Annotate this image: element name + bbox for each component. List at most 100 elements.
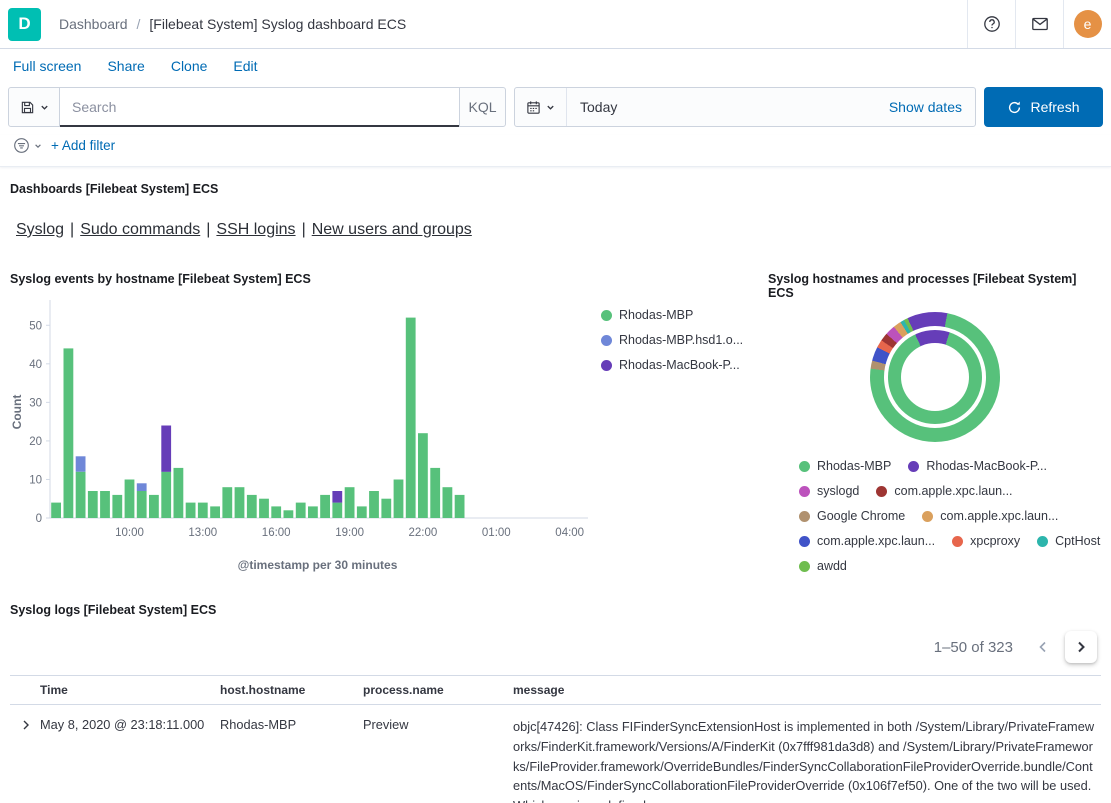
legend-label: Google Chrome — [817, 509, 905, 523]
pagination: 1–50 of 323 — [10, 631, 1101, 663]
svg-text:19:00: 19:00 — [335, 527, 364, 539]
legend-row: Rhodas-MBP Rhodas-MacBook-P... — [799, 459, 1101, 473]
legend-row: awdd — [799, 559, 1101, 573]
share-link[interactable]: Share — [107, 58, 144, 74]
legend-item[interactable]: com.apple.xpc.laun... — [876, 484, 1012, 498]
logs-table-header: Timehost.hostnameprocess.namemessage — [10, 675, 1101, 705]
user-menu-button[interactable]: e — [1063, 0, 1111, 48]
svg-text:Count: Count — [10, 395, 24, 430]
cell-host: Rhodas-MBP — [216, 705, 359, 803]
legend-item[interactable]: syslogd — [799, 484, 859, 498]
markdown-link[interactable]: Syslog — [16, 221, 64, 238]
legend-item[interactable]: Rhodas-MacBook-P... — [908, 459, 1047, 473]
full-screen-link[interactable]: Full screen — [13, 58, 81, 74]
legend-item[interactable]: Rhodas-MacBook-P... — [601, 358, 743, 372]
dashboard-grid: Dashboards [Filebeat System] ECS Syslog|… — [0, 182, 1111, 803]
legend-label: syslogd — [817, 484, 859, 498]
edit-link[interactable]: Edit — [233, 58, 257, 74]
svg-text:04:00: 04:00 — [555, 527, 584, 539]
pagination-label: 1–50 of 323 — [934, 639, 1013, 656]
dashboard-actions: Full screen Share Clone Edit — [0, 49, 1111, 81]
search-input[interactable] — [60, 99, 459, 115]
legend-row: syslogd com.apple.xpc.laun... — [799, 484, 1101, 498]
x-axis-label: @timestamp per 30 minutes — [10, 558, 595, 572]
legend-swatch — [601, 360, 612, 371]
legend-item[interactable]: Rhodas-MBP — [799, 459, 891, 473]
svg-text:01:00: 01:00 — [482, 527, 511, 539]
markdown-link[interactable]: SSH logins — [216, 221, 295, 238]
panel-syslog-logs: Syslog logs [Filebeat System] ECS 1–50 o… — [10, 603, 1101, 803]
legend-swatch — [922, 511, 933, 522]
legend-item[interactable]: Google Chrome — [799, 509, 905, 523]
legend-label: com.apple.xpc.laun... — [894, 484, 1012, 498]
column-header[interactable]: message — [509, 676, 1101, 704]
filter-menu-button[interactable] — [13, 137, 42, 154]
legend-swatch — [876, 486, 887, 497]
next-page-button[interactable] — [1065, 631, 1097, 663]
link-separator: | — [206, 221, 210, 238]
legend-item[interactable]: xpcproxy — [952, 534, 1020, 548]
panel-syslog-events: Syslog events by hostname [Filebeat Syst… — [10, 272, 758, 573]
saved-query-menu-button[interactable] — [8, 87, 60, 127]
refresh-button[interactable]: Refresh — [984, 87, 1103, 127]
legend-item[interactable]: Rhodas-MBP — [601, 308, 743, 322]
legend-swatch — [601, 310, 612, 321]
cell-time: May 8, 2020 @ 23:18:11.000 — [36, 705, 216, 803]
add-filter-button[interactable]: + Add filter — [51, 138, 115, 153]
cell-process: Preview — [359, 705, 509, 803]
mail-icon — [1031, 15, 1049, 33]
legend-label: Rhodas-MBP — [817, 459, 891, 473]
donut-chart[interactable] — [870, 312, 1000, 442]
legend-swatch — [799, 486, 810, 497]
legend-swatch — [799, 536, 810, 547]
date-range-value[interactable]: Today — [567, 88, 617, 126]
search-group: KQL — [8, 87, 506, 127]
legend-swatch — [799, 511, 810, 522]
link-separator: | — [70, 221, 74, 238]
help-icon — [983, 15, 1001, 33]
bar-chart[interactable]: 0102030405010:0013:0016:0019:0022:0001:0… — [10, 292, 595, 572]
refresh-label: Refresh — [1030, 99, 1079, 115]
link-separator: | — [302, 221, 306, 238]
date-quick-menu-button[interactable] — [515, 88, 567, 126]
legend-item[interactable]: CptHost — [1037, 534, 1100, 548]
panel-title: Syslog logs [Filebeat System] ECS — [10, 603, 1101, 617]
svg-text:0: 0 — [36, 513, 42, 525]
legend-item[interactable]: awdd — [799, 559, 847, 573]
column-header[interactable]: Time — [36, 676, 216, 704]
newsfeed-button[interactable] — [1015, 0, 1063, 48]
calendar-icon — [526, 100, 541, 115]
markdown-link[interactable]: New users and groups — [312, 221, 472, 238]
legend-label: Rhodas-MacBook-P... — [926, 459, 1047, 473]
expander-column-header — [10, 676, 36, 704]
legend-swatch — [601, 335, 612, 346]
help-button[interactable] — [967, 0, 1015, 48]
kibana-space-logo[interactable]: D — [8, 8, 41, 41]
chevron-down-icon — [546, 103, 555, 112]
expand-row-button[interactable] — [20, 719, 32, 731]
legend-label: awdd — [817, 559, 847, 573]
legend-item[interactable]: com.apple.xpc.laun... — [922, 509, 1058, 523]
refresh-icon — [1007, 100, 1022, 115]
previous-page-button[interactable] — [1027, 631, 1059, 663]
bar-chart-legend: Rhodas-MBP Rhodas-MBP.hsd1.o... Rhodas-Mac… — [601, 292, 743, 572]
legend-label: xpcproxy — [970, 534, 1020, 548]
legend-label: Rhodas-MBP — [619, 308, 693, 322]
clone-link[interactable]: Clone — [171, 58, 208, 74]
legend-label: Rhodas-MBP.hsd1.o... — [619, 333, 743, 347]
legend-item[interactable]: com.apple.xpc.laun... — [799, 534, 935, 548]
legend-swatch — [799, 461, 810, 472]
column-header[interactable]: host.hostname — [216, 676, 359, 704]
kql-language-button[interactable]: KQL — [459, 87, 506, 127]
panel-title: Syslog events by hostname [Filebeat Syst… — [10, 272, 758, 286]
legend-item[interactable]: Rhodas-MBP.hsd1.o... — [601, 333, 743, 347]
panel-hostnames-processes: Syslog hostnames and processes [Filebeat… — [758, 272, 1101, 573]
column-header[interactable]: process.name — [359, 676, 509, 704]
breadcrumb: Dashboard / [Filebeat System] Syslog das… — [59, 16, 406, 32]
search-field-wrap — [60, 87, 459, 127]
svg-text:16:00: 16:00 — [262, 527, 291, 539]
legend-swatch — [1037, 536, 1048, 547]
show-dates-button[interactable]: Show dates — [889, 88, 975, 126]
markdown-link[interactable]: Sudo commands — [80, 221, 200, 238]
breadcrumb-dashboard[interactable]: Dashboard — [59, 16, 128, 32]
